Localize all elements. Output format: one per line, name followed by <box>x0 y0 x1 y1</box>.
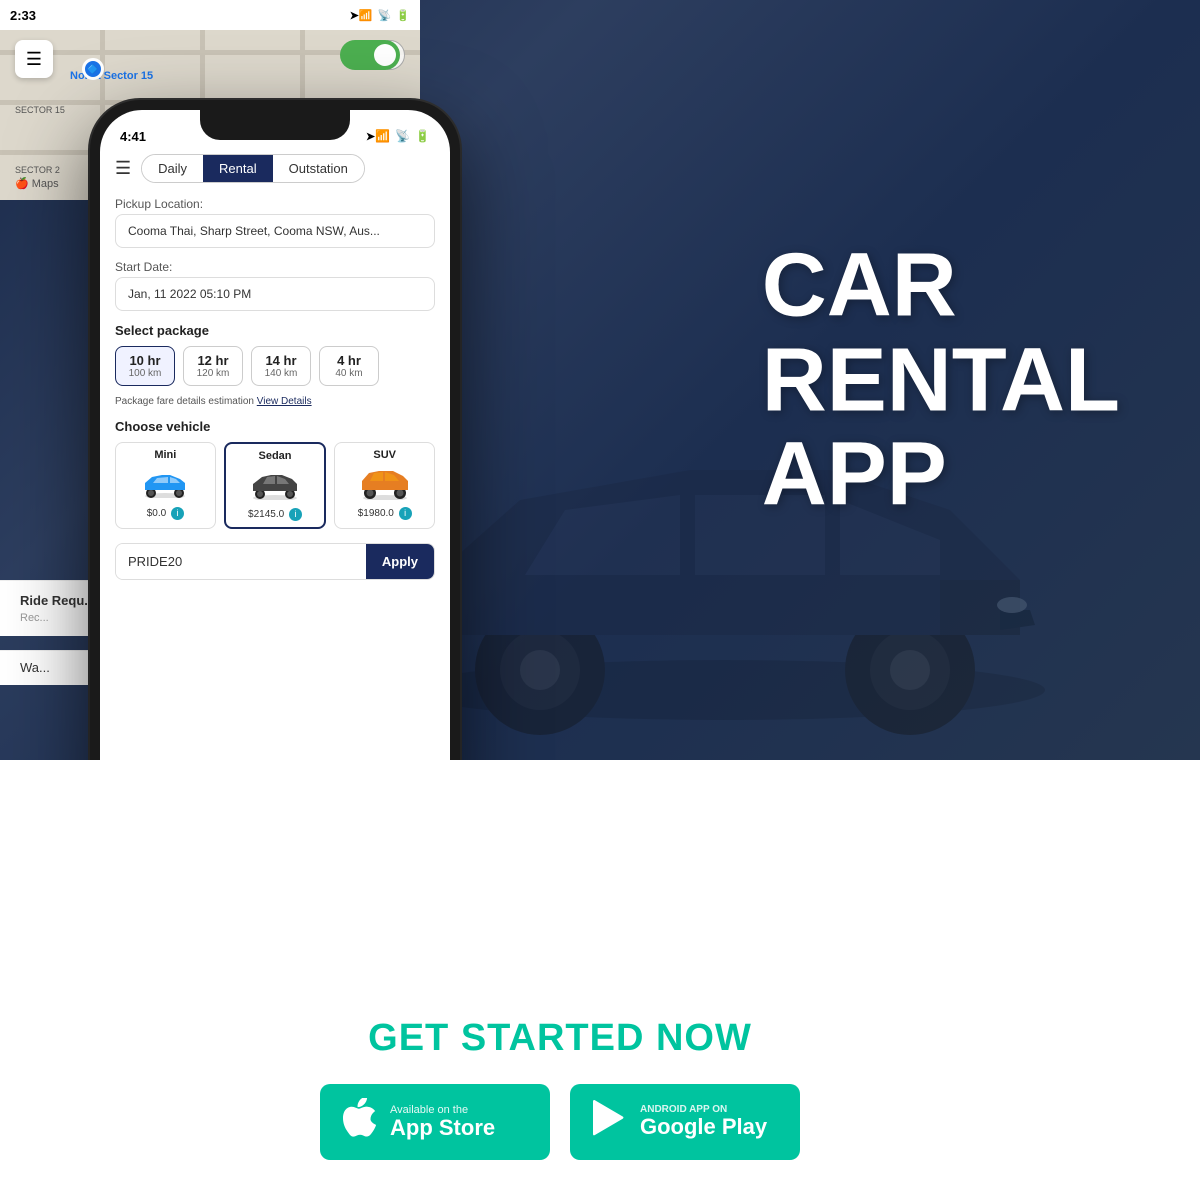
signal-icon: 📶 <box>375 129 390 143</box>
appstore-text: Available on the App Store <box>390 1104 495 1140</box>
phone-outer: 4:41 ➤ 📶 📡 🔋 ☰ Daily Renta <box>90 100 460 760</box>
phone-hamburger-icon[interactable]: ☰ <box>115 158 131 179</box>
top-section: 🔷 Noida Sector 15 2:33 ➤ 📶📡🔋 ☰ SECTOR 15… <box>0 0 1200 760</box>
app-title: CAR RENTAL APP <box>762 238 1120 522</box>
store-buttons: Available on the App Store ANDROID APP O… <box>320 1084 800 1160</box>
pkg-14hr-label: 14 hr <box>262 353 300 368</box>
map-status-bar: 2:33 ➤ 📶📡🔋 <box>0 0 420 30</box>
package-4hr[interactable]: 4 hr 40 km <box>319 346 379 386</box>
pkg-12hr-label: 12 hr <box>194 353 232 368</box>
phone-tab-bar: ☰ Daily Rental Outstation <box>115 154 435 183</box>
fare-details: Package fare details estimation View Det… <box>115 396 435 407</box>
phone-notch <box>200 110 350 140</box>
start-date-value: Jan, 11 2022 05:10 PM <box>128 287 251 301</box>
googleplay-bottom-text: Google Play <box>640 1115 767 1139</box>
pickup-field[interactable]: Cooma Thai, Sharp Street, Cooma NSW, Aus… <box>115 214 435 248</box>
vehicle-suv[interactable]: SUV $198 <box>334 442 435 529</box>
tab-pill: Daily Rental Outstation <box>141 154 365 183</box>
package-10hr[interactable]: 10 hr 100 km <box>115 346 175 386</box>
phone: 4:41 ➤ 📶 📡 🔋 ☰ Daily Renta <box>90 100 460 760</box>
phone-time: 4:41 <box>120 129 146 144</box>
vehicle-suv-name: SUV <box>343 449 426 461</box>
pkg-10hr-km: 100 km <box>126 368 164 379</box>
tab-outstation[interactable]: Outstation <box>273 155 364 182</box>
pkg-4hr-label: 4 hr <box>330 353 368 368</box>
vehicle-mini-price: $0.0 i <box>124 507 207 520</box>
fare-text: Package fare details estimation <box>115 396 254 407</box>
maps-logo: 🍎 Maps <box>15 177 59 190</box>
start-date-field[interactable]: Jan, 11 2022 05:10 PM <box>115 277 435 311</box>
googleplay-top-text: ANDROID APP ON <box>640 1104 767 1115</box>
tab-rental[interactable]: Rental <box>203 155 273 182</box>
vehicle-mini[interactable]: Mini $0. <box>115 442 216 529</box>
tab-daily[interactable]: Daily <box>142 155 203 182</box>
map-time: 2:33 <box>10 8 36 23</box>
pickup-value: Cooma Thai, Sharp Street, Cooma NSW, Aus… <box>128 224 380 238</box>
vehicle-sedan-name: Sedan <box>234 450 317 462</box>
app-title-line1: CAR <box>762 238 1120 333</box>
vehicle-sedan-price: $2145.0 i <box>234 508 317 521</box>
pickup-label: Pickup Location: <box>115 197 435 211</box>
sector-15-label: SECTOR 15 <box>15 105 65 115</box>
package-14hr[interactable]: 14 hr 140 km <box>251 346 311 386</box>
sedan-info-icon[interactable]: i <box>289 508 302 521</box>
apply-button[interactable]: Apply <box>366 544 434 579</box>
vehicle-mini-name: Mini <box>124 449 207 461</box>
map-status-icons: 📶📡🔋 <box>359 9 410 22</box>
mini-info-icon[interactable]: i <box>171 507 184 520</box>
apple-icon <box>342 1098 376 1146</box>
app-title-line3: APP <box>762 427 1120 522</box>
suv-info-icon[interactable]: i <box>399 507 412 520</box>
phone-status-icons: 📶 📡 🔋 <box>375 129 430 143</box>
start-date-label: Start Date: <box>115 260 435 274</box>
waiting-label: Wa... <box>20 660 50 675</box>
vehicles-row: Mini $0. <box>115 442 435 529</box>
location-marker: 🔷 <box>82 58 104 80</box>
promo-row: Apply <box>115 543 435 580</box>
play-icon <box>592 1099 626 1145</box>
pkg-4hr-km: 40 km <box>330 368 368 379</box>
map-toggle[interactable] <box>340 40 400 70</box>
promo-input[interactable] <box>116 544 366 579</box>
right-content: CAR RENTAL APP <box>762 238 1120 522</box>
get-started-text: GET STARTED NOW <box>368 1017 752 1060</box>
googleplay-button[interactable]: ANDROID APP ON Google Play <box>570 1084 800 1160</box>
sector-2-label: SECTOR 2 <box>15 165 60 175</box>
phone-screen: 4:41 ➤ 📶 📡 🔋 ☰ Daily Renta <box>100 110 450 760</box>
vehicle-sedan-icon <box>234 466 317 504</box>
vehicle-sedan[interactable]: Sedan $2 <box>224 442 327 529</box>
map-hamburger-button[interactable]: ☰ <box>15 40 53 78</box>
app-title-line2: RENTAL <box>762 333 1120 428</box>
location-arrow-icon: ➤ <box>350 9 359 22</box>
location-arrow-icon-phone: ➤ <box>366 130 375 143</box>
toggle-circle <box>374 44 396 66</box>
package-12hr[interactable]: 12 hr 120 km <box>183 346 243 386</box>
appstore-top-text: Available on the <box>390 1104 495 1116</box>
pkg-10hr-label: 10 hr <box>126 353 164 368</box>
phone-content: ☰ Daily Rental Outstation Pickup Locatio… <box>100 154 450 760</box>
googleplay-text: ANDROID APP ON Google Play <box>640 1104 767 1139</box>
view-details-link[interactable]: View Details <box>257 396 312 407</box>
appstore-bottom-text: App Store <box>390 1116 495 1140</box>
vehicle-suv-icon <box>343 465 426 503</box>
appstore-button[interactable]: Available on the App Store <box>320 1084 550 1160</box>
pkg-12hr-km: 120 km <box>194 368 232 379</box>
pkg-14hr-km: 140 km <box>262 368 300 379</box>
choose-vehicle-label: Choose vehicle <box>115 419 435 434</box>
vehicle-mini-icon <box>124 465 207 503</box>
select-package-label: Select package <box>115 323 435 338</box>
vehicle-suv-price: $1980.0 i <box>343 507 426 520</box>
packages-row: 10 hr 100 km 12 hr 120 km 14 hr 140 km <box>115 346 435 386</box>
battery-icon: 🔋 <box>415 129 430 143</box>
wifi-icon: 📡 <box>395 129 410 143</box>
bottom-section: GET STARTED NOW Available on the App Sto… <box>0 760 1200 1200</box>
